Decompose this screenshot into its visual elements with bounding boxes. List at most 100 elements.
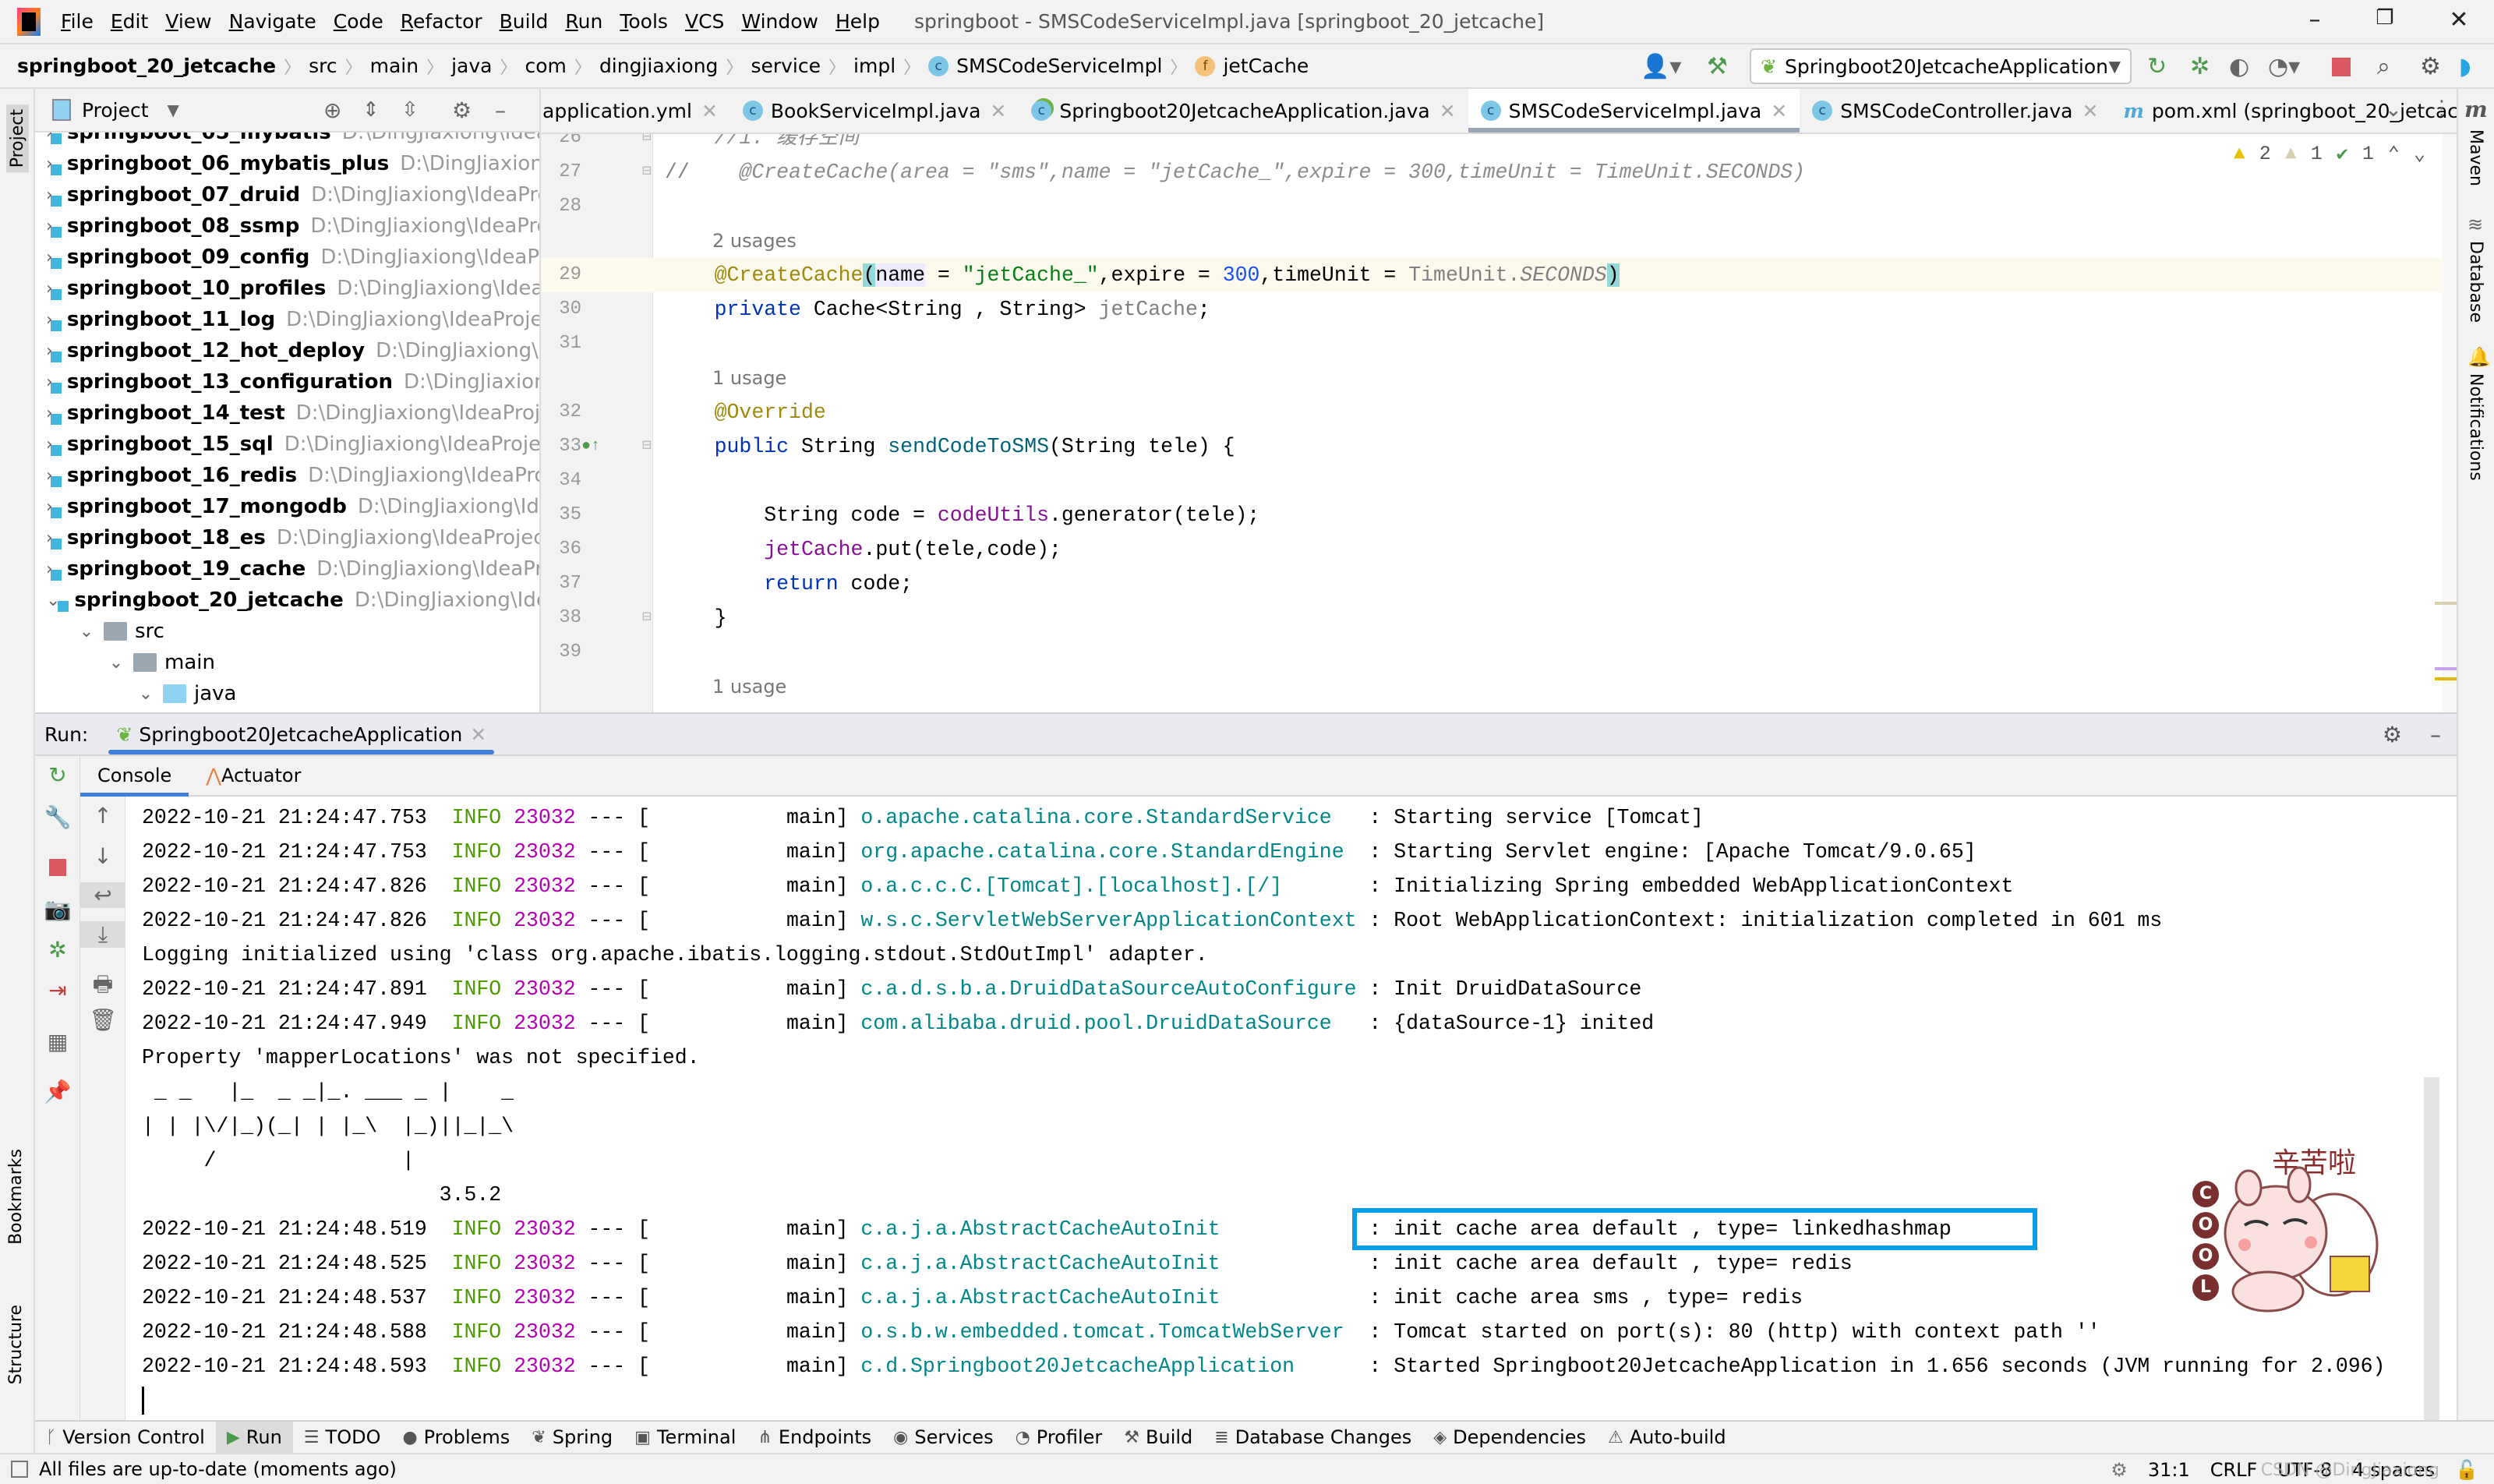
run-with-coverage-icon[interactable]: ◐	[2229, 53, 2249, 80]
project-tool-button[interactable]: Project	[6, 104, 29, 173]
tree-item[interactable]: › springboot_11_log D:\DingJiaxiong\IdeaPr…	[35, 304, 539, 335]
log-logger[interactable]: c.a.j.a.AbstractCacheAutoInit	[860, 1217, 1356, 1241]
menu-help[interactable]: Help	[835, 10, 880, 33]
tree-item[interactable]: › springboot_15_sql D:\DingJiaxiong\IdeaPr…	[35, 429, 539, 460]
tree-item[interactable]: ⌄ java	[35, 678, 539, 709]
error-stripe-mark[interactable]	[2435, 602, 2457, 605]
menu-code[interactable]: Code	[334, 10, 383, 33]
log-logger[interactable]: c.a.j.a.AbstractCacheAutoInit	[860, 1286, 1356, 1309]
tool-window-todo[interactable]: ☰ TODO	[293, 1422, 392, 1453]
chevron-down-icon[interactable]: ⌄	[2385, 98, 2402, 122]
fold-icon[interactable]: ⊟	[642, 155, 652, 189]
log-logger[interactable]: c.a.d.s.b.a.DruidDataSourceAutoConfigure	[860, 977, 1356, 1001]
log-logger[interactable]: c.d.Springboot20JetcacheApplication	[860, 1355, 1356, 1378]
editor-tab[interactable]: c BookServiceImpl.java ✕	[730, 89, 1019, 132]
tree-item[interactable]: ⌄ springboot_20_jetcache D:\DingJiaxiong\I…	[35, 585, 539, 616]
arrow-down-icon[interactable]: ↓	[80, 843, 125, 869]
editor-tab[interactable]: c SMSCodeServiceImpl.java ✕	[1468, 89, 1800, 132]
console-tab-actuator[interactable]: ⋀ Actuator	[189, 756, 318, 795]
inspection-profile-icon[interactable]: ⚙	[2111, 1459, 2128, 1481]
more-tabs-icon[interactable]: ⋮	[2432, 97, 2452, 120]
menu-build[interactable]: Build	[500, 10, 549, 33]
editor-tab[interactable]: c SMSCodeController.java ✕	[1800, 89, 2111, 132]
run-tab[interactable]: ❦ Springboot20JetcacheApplication ✕	[108, 714, 495, 754]
previous-highlight-icon[interactable]: ⌃	[2388, 142, 2400, 166]
trash-icon[interactable]: 🗑	[80, 1007, 125, 1033]
log-logger[interactable]: o.s.b.w.embedded.tomcat.TomcatWebServer	[860, 1320, 1356, 1344]
layout-icon[interactable]: ▦	[35, 1029, 80, 1055]
log-logger[interactable]: c.a.j.a.AbstractCacheAutoInit	[860, 1252, 1356, 1275]
rerun-icon[interactable]: ↻	[2147, 53, 2167, 80]
inspection-widget[interactable]: ▲ 2 ▲ 1 ✔ 1 ⌃ ⌄	[2234, 142, 2425, 166]
tree-item[interactable]: › springboot_17_mongodb D:\DingJiaxiong\Id…	[35, 491, 539, 522]
tree-item[interactable]: › springboot_18_es D:\DingJiaxiong\IdeaPro…	[35, 522, 539, 553]
arrow-up-icon[interactable]: ↑	[80, 803, 125, 829]
tool-window-problems[interactable]: ● Problems	[391, 1422, 521, 1453]
tool-window-build[interactable]: ⚒ Build	[1113, 1422, 1203, 1453]
vcs-user-icon[interactable]: 👤▾	[1641, 53, 1681, 80]
minimize-button[interactable]: –	[2291, 6, 2338, 34]
breadcrumb-item[interactable]: f jetCache	[1195, 55, 1309, 77]
code-editor[interactable]: 26 //1. 缓存空间 ⊟ 27 // @CreateCache(area = "s…	[541, 134, 2457, 712]
close-icon[interactable]: ✕	[1440, 100, 1456, 122]
expand-all-icon[interactable]: ⇕	[362, 98, 380, 122]
tree-item[interactable]: › springboot_13_configuration D:\DingJiaxi…	[35, 366, 539, 398]
close-icon[interactable]: ✕	[2082, 100, 2099, 122]
tree-item[interactable]: › springboot_09_config D:\DingJiaxiong\Ide…	[35, 242, 539, 273]
close-icon[interactable]: ✕	[1771, 100, 1787, 122]
maximize-button[interactable]: ❐	[2362, 6, 2408, 30]
tree-item[interactable]: › springboot_16_redis D:\DingJiaxiong\Idea…	[35, 460, 539, 491]
log-logger[interactable]: o.apache.catalina.core.StandardService	[860, 806, 1356, 829]
line-separator[interactable]: CRLF	[2210, 1459, 2258, 1481]
tool-window-auto-build[interactable]: ⚠ Auto-build	[1597, 1422, 1737, 1453]
toggle-tool-windows-icon[interactable]	[11, 1461, 28, 1478]
fold-icon[interactable]: ⊟	[642, 601, 652, 635]
tool-window-run[interactable]: ▶ Run	[215, 1422, 293, 1453]
menu-navigate[interactable]: Navigate	[229, 10, 316, 33]
tree-item[interactable]: ⌄ main	[35, 647, 539, 678]
log-logger[interactable]: com.alibaba.druid.pool.DruidDataSource	[860, 1012, 1356, 1035]
tool-window-services[interactable]: ◉ Services	[882, 1422, 1004, 1453]
log-logger[interactable]: org.apache.catalina.core.StandardEngine	[860, 840, 1356, 864]
locate-file-icon[interactable]: ⊕	[323, 97, 341, 123]
bookmarks-tool-button[interactable]: Bookmarks	[6, 1149, 26, 1245]
error-stripe-mark[interactable]	[2435, 677, 2457, 680]
tool-window-version-control[interactable]: ᚴ Version Control	[35, 1422, 216, 1453]
tool-window-spring[interactable]: ❦ Spring	[521, 1422, 624, 1453]
usage-hint-text[interactable]: 1 usage	[712, 670, 786, 704]
debug-icon[interactable]: ✲	[35, 937, 80, 963]
usage-hint-text[interactable]: 2 usages	[712, 224, 797, 258]
gear-icon[interactable]: ⚙	[452, 97, 472, 123]
breadcrumb-item[interactable]: java	[451, 55, 492, 77]
maven-tool-button[interactable]: Maven	[2466, 129, 2485, 186]
close-button[interactable]: ✕	[2436, 6, 2482, 34]
breadcrumb-item[interactable]: dingjiaxiong	[599, 55, 719, 77]
log-logger[interactable]: w.s.c.ServletWebServerApplicationContext	[860, 909, 1356, 932]
tree-item[interactable]: › springboot_14_test D:\DingJiaxiong\IdeaP…	[35, 398, 539, 429]
camera-icon[interactable]: 📷	[35, 896, 80, 922]
menu-view[interactable]: View	[165, 10, 211, 33]
error-stripe-mark[interactable]	[2435, 667, 2457, 670]
tree-item[interactable]: › springboot_10_profiles D:\DingJiaxiong\I…	[35, 273, 539, 304]
collapse-all-icon[interactable]: ⇳	[401, 98, 419, 122]
tool-window-endpoints[interactable]: ⋔ Endpoints	[747, 1422, 882, 1453]
lock-icon[interactable]: 🔓	[2455, 1459, 2478, 1481]
chevron-down-icon[interactable]: ⌄	[135, 684, 157, 704]
breadcrumb-item[interactable]: impl	[853, 55, 896, 77]
tool-window-profiler[interactable]: ◔ Profiler	[1005, 1422, 1114, 1453]
fold-icon[interactable]: ⊟	[642, 134, 652, 155]
menu-vcs[interactable]: VCS	[685, 10, 724, 33]
editor-tab[interactable]: mpom.xml (springboot_20_jetcache)✕	[2111, 89, 2457, 132]
stop-icon[interactable]	[49, 859, 66, 876]
menu-edit[interactable]: Edit	[111, 10, 148, 33]
tree-item[interactable]: › springboot_08_ssmp D:\DingJiaxiong\IdeaP…	[35, 210, 539, 242]
run-configuration-select[interactable]: ❦ Springboot20JetcacheApplication ▼	[1750, 48, 2132, 84]
search-icon[interactable]: ⌕	[2377, 53, 2390, 80]
editor-tab[interactable]: application.yml ✕	[541, 89, 730, 132]
next-highlight-icon[interactable]: ⌄	[2414, 142, 2425, 166]
breadcrumb-item[interactable]: springboot_20_jetcache	[17, 55, 276, 77]
scroll-to-end-icon[interactable]: ⤓	[80, 921, 125, 948]
soft-wrap-icon[interactable]: ↩	[80, 882, 125, 908]
close-icon[interactable]: ✕	[470, 723, 486, 746]
breadcrumb-item[interactable]: src	[309, 55, 337, 77]
